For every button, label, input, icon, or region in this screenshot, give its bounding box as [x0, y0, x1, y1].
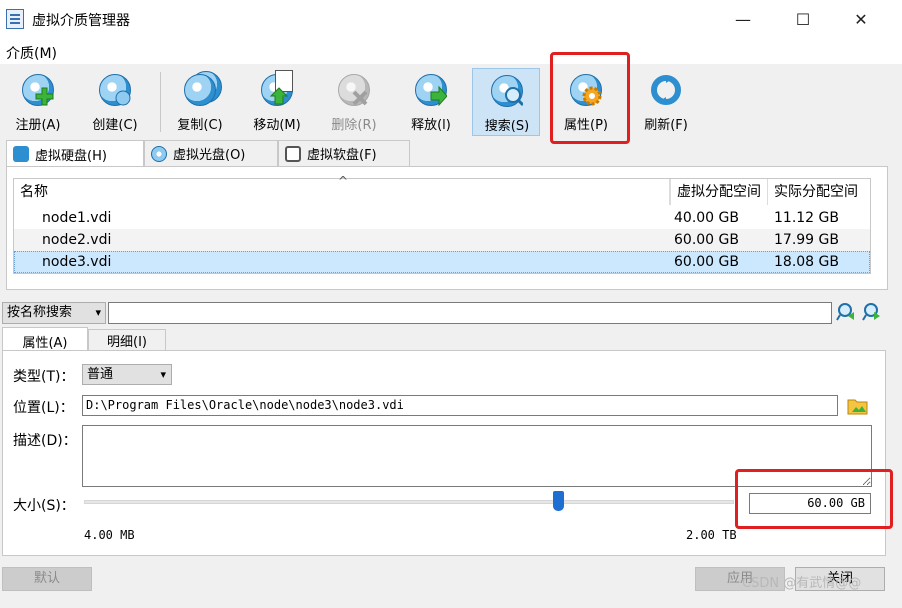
actual-size: 11.12 GB: [774, 210, 839, 226]
size-slider-track[interactable]: [84, 500, 734, 504]
size-label: 大小(S)：: [13, 498, 75, 514]
search-button[interactable]: 搜索(S): [472, 68, 540, 136]
register-button[interactable]: 注册(A): [4, 68, 72, 136]
search-mode-select[interactable]: 按名称搜索 ▾: [2, 302, 106, 324]
remove-button[interactable]: 删除(R): [320, 68, 388, 136]
window-title: 虚拟介质管理器: [32, 13, 130, 29]
tab-hard-disks-label: 虚拟硬盘(H): [35, 148, 107, 164]
tab-floppy-disks[interactable]: 虚拟软盘(F): [278, 140, 410, 166]
tab-optical-disks-label: 虚拟光盘(O): [173, 148, 246, 163]
chevron-down-icon: ▾: [160, 368, 166, 381]
location-field[interactable]: D:\Program Files\Oracle\node\node3\node3…: [82, 395, 838, 416]
search-label: 搜索(S): [484, 119, 530, 134]
virtual-size: 40.00 GB: [674, 210, 739, 226]
toolbar-separator: [160, 72, 161, 132]
location-label: 位置(L)：: [13, 400, 74, 416]
menu-bar: [0, 38, 902, 64]
copy-label: 复制(C): [177, 118, 223, 133]
watermark: CSDN @有武情@@: [742, 576, 862, 591]
description-label: 描述(D)：: [13, 433, 77, 449]
column-header-actual-size[interactable]: 实际分配空间: [768, 179, 870, 205]
refresh-label: 刷新(F): [644, 118, 688, 133]
virtual-size: 60.00 GB: [674, 254, 739, 270]
highlight-box: [735, 469, 893, 529]
size-min-label: 4.00 MB: [84, 528, 135, 542]
table-row[interactable]: node2.vdi 60.00 GB 17.99 GB: [14, 229, 870, 251]
minimize-button[interactable]: —: [720, 0, 766, 38]
virtual-size: 60.00 GB: [674, 232, 739, 248]
search-next-icon[interactable]: [862, 302, 882, 322]
close-window-button[interactable]: ✕: [838, 0, 884, 38]
reset-button[interactable]: 默认: [2, 567, 92, 591]
menu-media[interactable]: 介质(M): [6, 43, 57, 63]
release-label: 释放(l): [411, 118, 451, 133]
size-slider-thumb[interactable]: [553, 491, 564, 511]
refresh-button[interactable]: 刷新(F): [632, 68, 700, 136]
register-label: 注册(A): [15, 118, 61, 133]
optical-disk-icon: [151, 145, 167, 162]
browse-folder-icon[interactable]: [847, 395, 869, 415]
media-name: node2.vdi: [42, 232, 112, 248]
size-max-label: 2.00 TB: [686, 528, 737, 542]
tab-attributes-label: 属性(A): [22, 335, 68, 351]
tab-hard-disks[interactable]: 虚拟硬盘(H): [6, 140, 144, 167]
maximize-button[interactable]: ☐: [780, 0, 826, 38]
tab-floppy-disks-label: 虚拟软盘(F): [307, 148, 377, 163]
highlight-box: [550, 52, 630, 144]
floppy-disk-icon: [285, 145, 301, 162]
app-icon: [6, 9, 24, 29]
media-name: node1.vdi: [42, 210, 112, 226]
copy-disk-icon: [184, 71, 222, 106]
move-button[interactable]: 移动(M): [243, 68, 311, 136]
create-button[interactable]: 创建(C): [81, 68, 149, 136]
create-disk-icon: [99, 74, 131, 106]
search-prev-icon[interactable]: [836, 302, 856, 322]
type-value: 普通: [87, 367, 114, 382]
release-disk-icon: [415, 74, 447, 106]
actual-size: 18.08 GB: [774, 254, 839, 270]
actual-size: 17.99 GB: [774, 232, 839, 248]
title-bar: [0, 0, 902, 38]
search-disk-icon: [491, 75, 523, 107]
search-input[interactable]: [108, 302, 832, 324]
copy-button[interactable]: 复制(C): [166, 68, 234, 136]
remove-disk-icon: [338, 74, 370, 106]
refresh-icon: [650, 74, 682, 106]
type-label: 类型(T)：: [13, 369, 75, 385]
tab-optical-disks[interactable]: 虚拟光盘(O): [144, 140, 278, 166]
remove-label: 删除(R): [331, 118, 377, 133]
table-row-selected[interactable]: node3.vdi 60.00 GB 18.08 GB: [14, 251, 870, 273]
type-select[interactable]: 普通 ▾: [82, 364, 172, 385]
register-disk-icon: [22, 74, 54, 106]
create-label: 创建(C): [92, 118, 138, 133]
tab-information-label: 明细(I): [107, 335, 147, 350]
table-row[interactable]: node1.vdi 40.00 GB 11.12 GB: [14, 207, 870, 229]
column-header-virtual-size[interactable]: 虚拟分配空间: [670, 179, 768, 205]
column-header-name[interactable]: 名称: [14, 179, 670, 205]
search-mode-value: 按名称搜索: [7, 305, 73, 320]
chevron-down-icon: ▾: [95, 306, 101, 319]
release-button[interactable]: 释放(l): [397, 68, 465, 136]
move-disk-icon: [261, 70, 293, 106]
media-name: node3.vdi: [42, 254, 112, 270]
tab-information[interactable]: 明细(I): [88, 329, 166, 351]
move-label: 移动(M): [253, 118, 301, 133]
hard-disk-icon: [13, 146, 29, 162]
